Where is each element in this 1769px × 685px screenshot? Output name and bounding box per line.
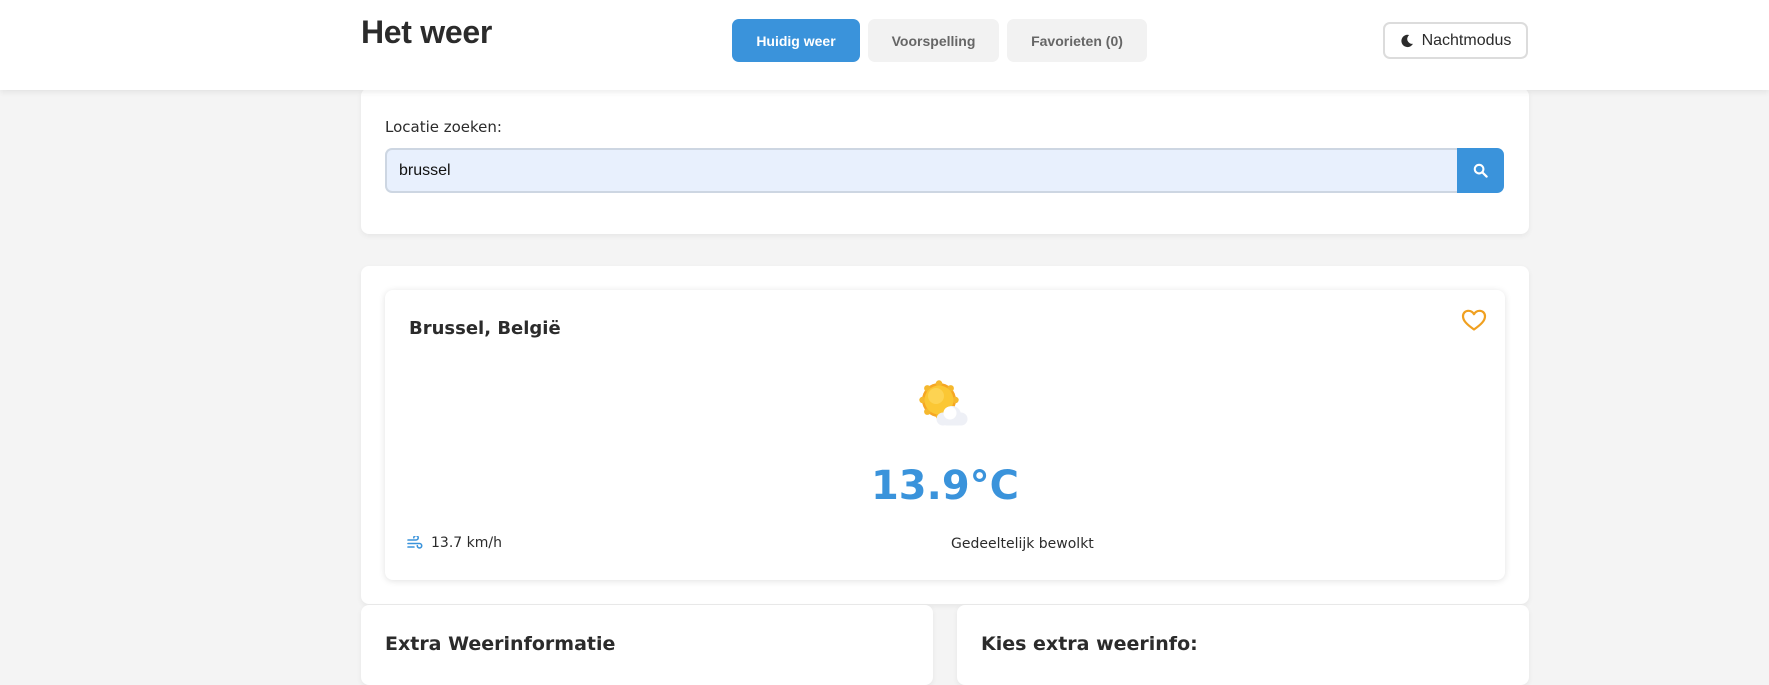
weather-section: Brussel, België 13.9°C 13.7 km/h Gedeelt… bbox=[361, 266, 1529, 604]
heart-outline-icon[interactable] bbox=[1461, 308, 1487, 332]
app-title: Het weer bbox=[361, 14, 492, 50]
weather-condition: Gedeeltelijk bewolkt bbox=[951, 536, 1094, 552]
wind-speed: 13.7 km/h bbox=[431, 535, 502, 551]
sun-behind-cloud-icon bbox=[919, 380, 971, 428]
tab-current-weather[interactable]: Huidig weer bbox=[732, 19, 860, 62]
current-weather-card: Brussel, België 13.9°C 13.7 km/h Gedeelt… bbox=[385, 290, 1505, 580]
search-label: Locatie zoeken: bbox=[385, 118, 502, 136]
temperature: 13.9°C bbox=[870, 463, 1020, 509]
wind-info: 13.7 km/h bbox=[407, 535, 502, 551]
choose-extra-panel: Kies extra weerinfo: bbox=[957, 605, 1529, 685]
choose-extra-title: Kies extra weerinfo: bbox=[981, 633, 1198, 655]
night-mode-button[interactable]: Nachtmodus bbox=[1383, 22, 1528, 59]
app-header: Het weer Huidig weer Voorspelling Favori… bbox=[0, 0, 1769, 90]
location-search-input[interactable] bbox=[385, 148, 1459, 193]
moon-icon bbox=[1400, 34, 1414, 48]
tab-forecast[interactable]: Voorspelling bbox=[868, 19, 999, 62]
wind-icon bbox=[407, 536, 423, 550]
location-name: Brussel, België bbox=[409, 318, 561, 339]
night-mode-label: Nachtmodus bbox=[1421, 31, 1512, 49]
extra-weather-title: Extra Weerinformatie bbox=[385, 633, 616, 655]
search-icon bbox=[1473, 163, 1488, 178]
extra-weather-panel: Extra Weerinformatie bbox=[361, 605, 933, 685]
search-card: Locatie zoeken: bbox=[361, 88, 1529, 234]
search-button[interactable] bbox=[1457, 148, 1504, 193]
tab-favorites[interactable]: Favorieten (0) bbox=[1007, 19, 1147, 62]
